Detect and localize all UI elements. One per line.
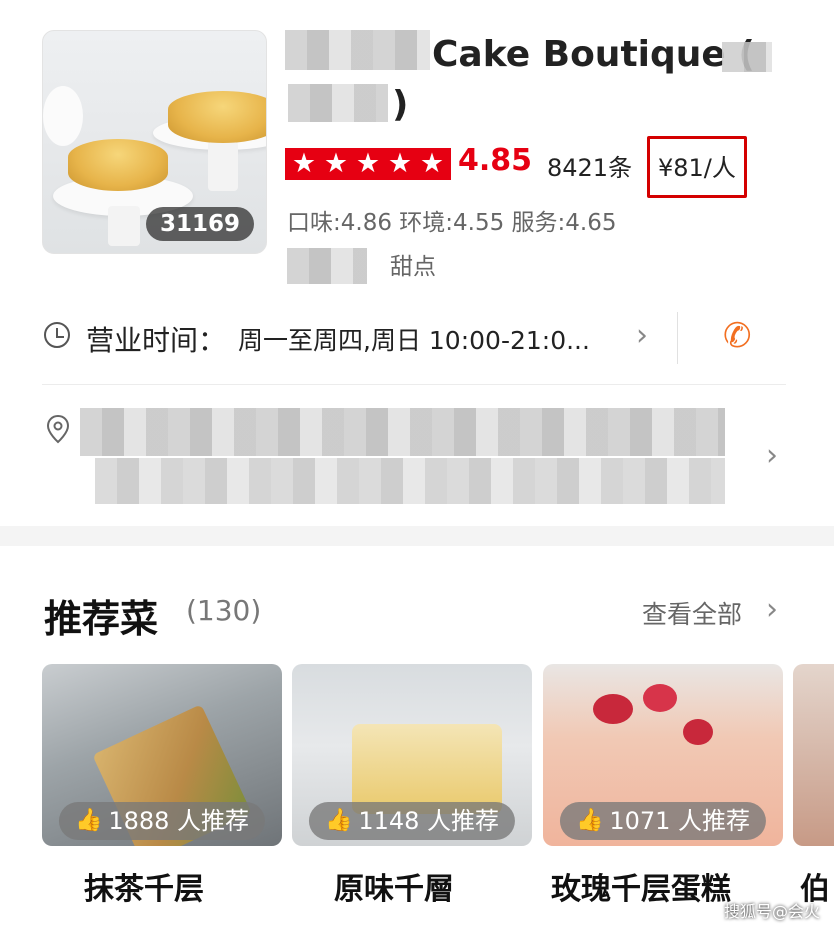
star-icon: ★	[323, 148, 349, 179]
thumbs-up-icon: 👍	[74, 808, 103, 833]
blurred-address[interactable]	[80, 408, 725, 456]
section-title: 推荐菜	[44, 597, 159, 641]
dish-card[interactable]: 👍 1888 人推荐	[42, 664, 282, 846]
sub-scores: 口味:4.86 环境:4.55 服务:4.65	[287, 210, 617, 236]
dish-likes: 1888 人推荐	[108, 807, 250, 835]
dish-card[interactable]: 👍 1071 人推荐	[543, 664, 783, 846]
divider	[677, 312, 678, 364]
star-rating: ★ ★ ★ ★ ★	[285, 148, 451, 180]
thumbs-up-icon: 👍	[324, 808, 353, 833]
dish-name[interactable]: 抹茶千层	[84, 864, 204, 908]
chevron-right-icon[interactable]: ›	[636, 318, 648, 353]
photo-count-badge[interactable]: 31169	[145, 207, 254, 241]
dish-name[interactable]: 玫瑰千层蛋糕	[551, 864, 731, 908]
hours-value[interactable]: 周一至周四,周日 10:00-21:0...	[238, 321, 590, 357]
star-icon: ★	[387, 148, 413, 179]
star-icon: ★	[291, 148, 317, 179]
star-icon: ★	[355, 148, 381, 179]
chevron-right-icon[interactable]: ›	[766, 592, 778, 627]
review-count[interactable]: 8421条	[547, 148, 632, 183]
rating-value: 4.85	[458, 143, 533, 178]
phone-icon[interactable]: ✆	[723, 316, 752, 356]
divider	[42, 384, 786, 385]
dish-count: (130)	[186, 594, 262, 627]
location-pin-icon	[46, 414, 70, 444]
star-icon: ★	[419, 148, 445, 179]
dish-likes-badge: 👍 1888 人推荐	[58, 802, 266, 840]
blurred-address-2[interactable]	[95, 458, 725, 504]
shop-photo[interactable]: 31169	[42, 30, 267, 254]
shop-name: Cake Boutique (	[432, 34, 755, 75]
dish-name[interactable]: 原味千層	[334, 864, 454, 908]
dish-likes: 1148 人推荐	[358, 807, 500, 835]
blurred-branch-2	[288, 84, 388, 122]
watermark: 搜狐号@会火	[723, 902, 820, 921]
dish-likes: 1071 人推荐	[609, 807, 751, 835]
section-gap	[0, 526, 834, 546]
shop-name-suffix: )	[392, 84, 409, 125]
price-per-person: ¥81/人	[658, 154, 736, 182]
dish-likes-badge: 👍 1148 人推荐	[308, 802, 516, 840]
dish-card[interactable]	[793, 664, 834, 846]
chevron-right-icon[interactable]: ›	[766, 438, 778, 473]
thumbs-up-icon: 👍	[575, 808, 604, 833]
clock-icon	[44, 322, 70, 348]
dish-card[interactable]: 👍 1148 人推荐	[292, 664, 532, 846]
view-all-link[interactable]: 查看全部	[642, 595, 742, 631]
dish-likes-badge: 👍 1071 人推荐	[559, 802, 767, 840]
hours-label: 营业时间：	[86, 324, 227, 357]
shop-category: 甜点	[390, 254, 436, 280]
blurred-name	[285, 30, 430, 70]
blurred-area	[287, 248, 367, 284]
blurred-branch	[722, 42, 772, 72]
